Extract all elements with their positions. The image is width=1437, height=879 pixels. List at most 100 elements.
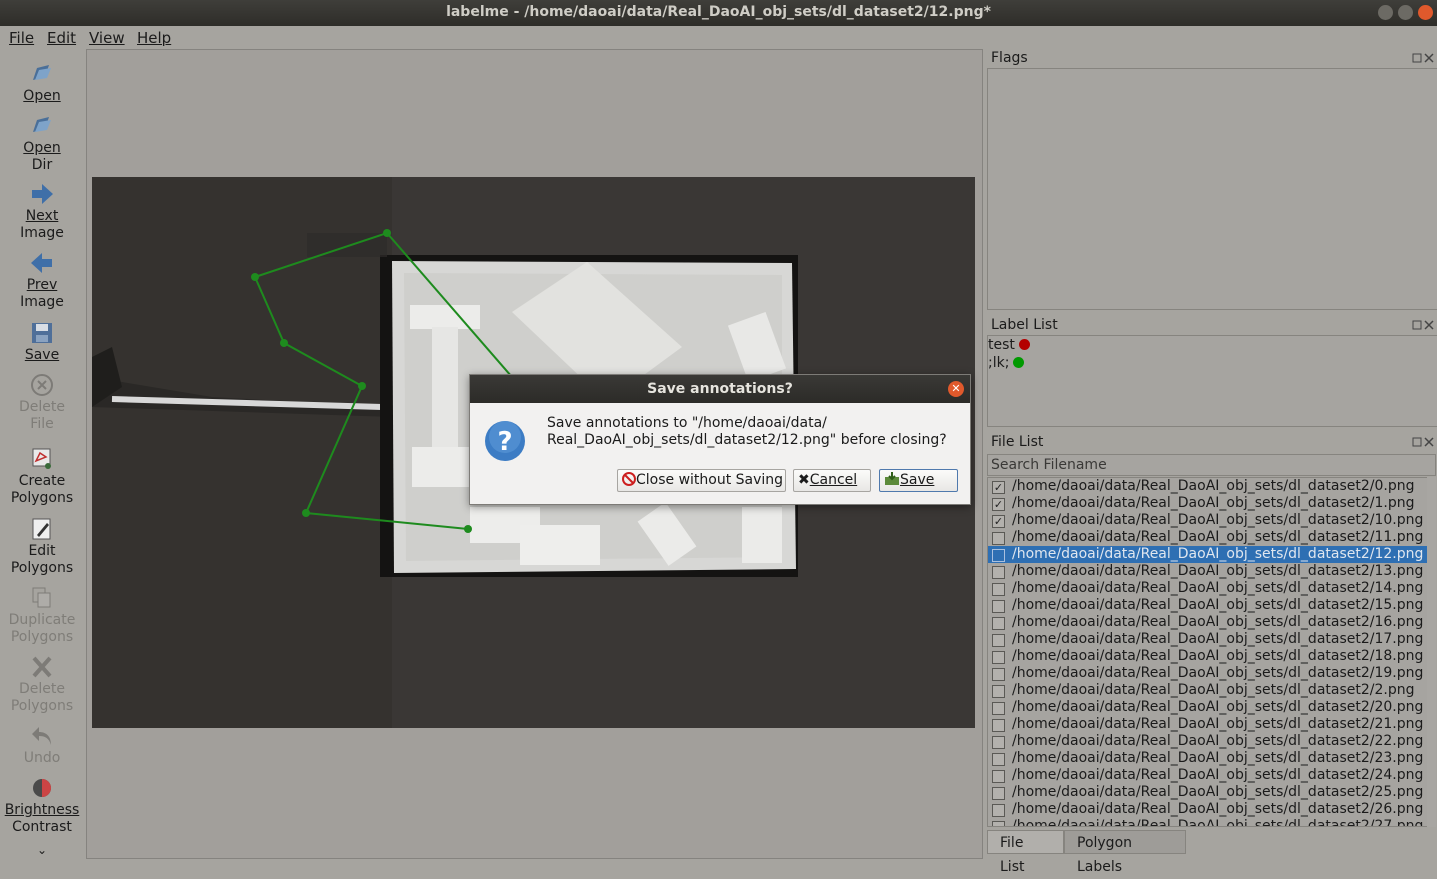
file-checkbox[interactable]: [992, 821, 1005, 826]
close-without-saving-label: Close without Saving: [636, 472, 784, 488]
file-checkbox[interactable]: [992, 600, 1005, 613]
file-checkbox[interactable]: [992, 753, 1005, 766]
brightness-label-2: Contrast: [12, 819, 72, 835]
file-checkbox[interactable]: ✓: [992, 515, 1005, 528]
window-title: labelme - /home/daoai/data/Real_DaoAI_ob…: [446, 4, 991, 20]
cancel-button[interactable]: ✖Cancel: [793, 469, 871, 492]
dialog-message-line-2: Real_DaoAI_obj_sets/dl_dataset2/12.png" …: [547, 432, 947, 448]
file-list-item[interactable]: /home/daoai/data/Real_DaoAI_obj_sets/dl_…: [988, 529, 1435, 546]
dialog-title: Save annotations?: [470, 375, 970, 403]
save-button[interactable]: Save: [879, 469, 958, 492]
menu-file[interactable]: File: [9, 29, 34, 47]
toolbar-more-button[interactable]: ⌄: [0, 842, 84, 859]
prev-image-button[interactable]: Prev Image: [0, 251, 84, 311]
label-item-lk[interactable]: ;lk;: [988, 355, 1025, 371]
file-checkbox[interactable]: [992, 532, 1005, 545]
duplicate-polygons-button[interactable]: Duplicate Polygons: [0, 586, 84, 646]
file-name: /home/daoai/data/Real_DaoAI_obj_sets/dl_…: [1012, 767, 1424, 783]
file-checkbox[interactable]: [992, 549, 1005, 562]
edit-polygons-button[interactable]: Edit Polygons: [0, 517, 84, 577]
delete-file-button[interactable]: Delete File: [0, 373, 84, 433]
dock-float-close-icon[interactable]: [1412, 437, 1434, 447]
file-list-item[interactable]: /home/daoai/data/Real_DaoAI_obj_sets/dl_…: [988, 665, 1435, 682]
undo-button[interactable]: Undo: [0, 724, 84, 767]
minimize-button[interactable]: [1378, 5, 1393, 20]
menu-help[interactable]: Help: [137, 29, 171, 47]
close-without-saving-button[interactable]: Close without Saving: [617, 469, 786, 492]
file-list-item[interactable]: ✓ /home/daoai/data/Real_DaoAI_obj_sets/dl…: [988, 512, 1435, 529]
delete-polygons-button[interactable]: Delete Polygons: [0, 655, 84, 715]
tab-polygon-labels[interactable]: Polygon Labels: [1064, 830, 1186, 875]
file-list-item[interactable]: /home/daoai/data/Real_DaoAI_obj_sets/dl_…: [988, 750, 1435, 767]
file-list-item[interactable]: /home/daoai/data/Real_DaoAI_obj_sets/dl_…: [988, 546, 1435, 563]
file-list-item[interactable]: /home/daoai/data/Real_DaoAI_obj_sets/dl_…: [988, 733, 1435, 750]
file-checkbox[interactable]: ✓: [992, 481, 1005, 494]
open-dir-button[interactable]: Open Dir: [0, 114, 84, 174]
file-list-item[interactable]: /home/daoai/data/Real_DaoAI_obj_sets/dl_…: [988, 682, 1435, 699]
file-list-item[interactable]: /home/daoai/data/Real_DaoAI_obj_sets/dl_…: [988, 563, 1435, 580]
file-checkbox[interactable]: [992, 770, 1005, 783]
floppy-disk-icon: [32, 323, 52, 343]
file-checkbox[interactable]: [992, 566, 1005, 579]
file-name: /home/daoai/data/Real_DaoAI_obj_sets/dl_…: [1012, 682, 1415, 698]
file-name: /home/daoai/data/Real_DaoAI_obj_sets/dl_…: [1012, 801, 1424, 817]
duplicate-label-1: Duplicate: [8, 612, 76, 628]
file-name: /home/daoai/data/Real_DaoAI_obj_sets/dl_…: [1012, 733, 1424, 749]
menu-view[interactable]: View: [89, 29, 125, 47]
delete-file-label-2: File: [30, 416, 54, 432]
create-polygon-icon: [32, 448, 51, 469]
maximize-button[interactable]: [1398, 5, 1413, 20]
file-list-item[interactable]: /home/daoai/data/Real_DaoAI_obj_sets/dl_…: [988, 614, 1435, 631]
menu-edit[interactable]: Edit: [47, 29, 76, 47]
open-folder-icon: [33, 65, 51, 80]
file-checkbox[interactable]: [992, 787, 1005, 800]
file-checkbox[interactable]: [992, 736, 1005, 749]
file-list-item[interactable]: /home/daoai/data/Real_DaoAI_obj_sets/dl_…: [988, 716, 1435, 733]
file-checkbox[interactable]: [992, 668, 1005, 681]
file-list-item[interactable]: /home/daoai/data/Real_DaoAI_obj_sets/dl_…: [988, 784, 1435, 801]
file-checkbox[interactable]: [992, 651, 1005, 664]
file-list-item[interactable]: /home/daoai/data/Real_DaoAI_obj_sets/dl_…: [988, 580, 1435, 597]
prev-label-1: Prev: [26, 277, 58, 293]
file-checkbox[interactable]: [992, 685, 1005, 698]
delete-poly-label-2: Polygons: [10, 698, 74, 714]
next-image-button[interactable]: Next Image: [0, 182, 84, 242]
file-checkbox[interactable]: ✓: [992, 498, 1005, 511]
file-list-item[interactable]: ✓ /home/daoai/data/Real_DaoAI_obj_sets/dl…: [988, 495, 1435, 512]
file-checkbox[interactable]: [992, 617, 1005, 630]
file-list-item[interactable]: /home/daoai/data/Real_DaoAI_obj_sets/dl_…: [988, 648, 1435, 665]
file-checkbox[interactable]: [992, 583, 1005, 596]
file-list-item[interactable]: /home/daoai/data/Real_DaoAI_obj_sets/dl_…: [988, 631, 1435, 648]
label-item-test[interactable]: test: [988, 337, 1030, 353]
open-button[interactable]: Open: [0, 62, 84, 105]
no-entry-icon: [622, 472, 636, 486]
tab-file-list[interactable]: File List: [987, 830, 1064, 875]
save-toolbar-button[interactable]: Save: [0, 321, 84, 364]
dock-float-close-icon[interactable]: [1412, 320, 1434, 330]
create-polygons-button[interactable]: Create Polygons: [0, 447, 84, 507]
delete-file-label-1: Delete: [19, 399, 65, 415]
label-color-swatch: [1018, 339, 1030, 350]
file-list-scrollbar[interactable]: [1427, 477, 1436, 827]
file-list-item[interactable]: ✓ /home/daoai/data/Real_DaoAI_obj_sets/dl…: [988, 478, 1435, 495]
file-checkbox[interactable]: [992, 804, 1005, 817]
file-checkbox[interactable]: [992, 702, 1005, 715]
delete-x-icon: [32, 656, 52, 678]
file-list-item[interactable]: /home/daoai/data/Real_DaoAI_obj_sets/dl_…: [988, 597, 1435, 614]
file-list-item[interactable]: /home/daoai/data/Real_DaoAI_obj_sets/dl_…: [988, 818, 1435, 826]
file-checkbox[interactable]: [992, 634, 1005, 647]
dialog-message: Save annotations to "/home/daoai/data/ R…: [547, 415, 957, 449]
file-list-item[interactable]: /home/daoai/data/Real_DaoAI_obj_sets/dl_…: [988, 767, 1435, 784]
brightness-contrast-button[interactable]: Brightness Contrast: [0, 776, 84, 836]
create-label-1: Create: [18, 473, 66, 489]
duplicate-icon: [32, 587, 51, 608]
file-search-input[interactable]: Search Filename: [987, 454, 1436, 476]
file-checkbox[interactable]: [992, 719, 1005, 732]
dock-float-close-icon[interactable]: [1412, 53, 1434, 63]
file-list-item[interactable]: /home/daoai/data/Real_DaoAI_obj_sets/dl_…: [988, 699, 1435, 716]
dialog-close-button[interactable]: ✕: [948, 381, 964, 397]
delete-poly-label-1: Delete: [19, 681, 65, 697]
file-list-item[interactable]: /home/daoai/data/Real_DaoAI_obj_sets/dl_…: [988, 801, 1435, 818]
window-close-button[interactable]: [1418, 5, 1433, 20]
menubar: File Edit View Help: [0, 27, 1437, 49]
